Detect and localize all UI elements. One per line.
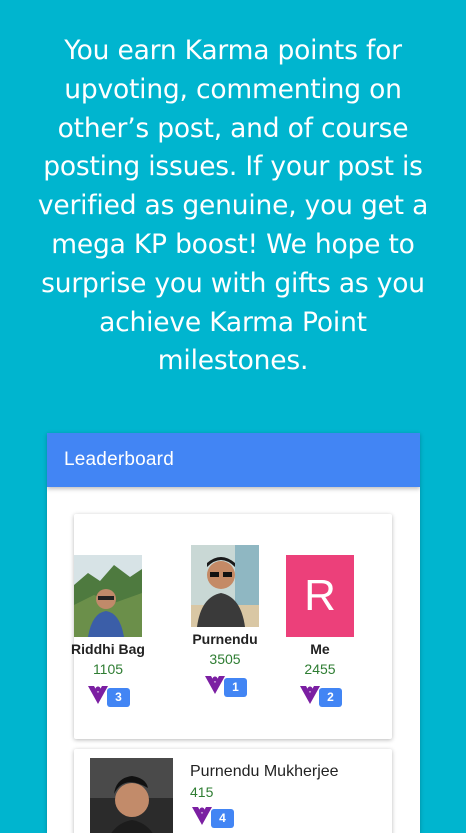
leaderboard-list-item[interactable]: Purnendu Mukherjee 415 4	[74, 749, 392, 833]
rank-badge: 2	[319, 688, 342, 707]
rank-badge: 1	[224, 678, 247, 697]
karma-intro-text: You earn Karma points for upvoting, comm…	[37, 35, 429, 377]
user-photo-riddhi	[74, 555, 142, 637]
podium-name: Purnendu	[192, 631, 258, 647]
rank-badge: 3	[107, 688, 130, 707]
leaderboard-header: Leaderboard	[47, 433, 420, 487]
podium-name: Riddhi Bag	[71, 641, 145, 657]
podium-badges: 3	[58, 682, 158, 707]
podium-rank-2[interactable]: R Me 2455 2	[270, 555, 370, 707]
podium-name: Me	[310, 641, 330, 657]
podium-score: 2455	[304, 661, 336, 677]
leaderboard-title: Leaderboard	[64, 449, 174, 470]
avatar-initial: R	[286, 555, 354, 637]
rank-badge: 4	[211, 809, 234, 828]
list-score: 415	[190, 784, 214, 800]
podium-badges: 2	[270, 682, 370, 707]
leaderboard-panel: Leaderboard Riddhi Bag 1105 3 Purnendu 3…	[47, 433, 420, 833]
list-badges: 4	[190, 803, 234, 828]
list-name: Purnendu Mukherjee	[190, 763, 339, 780]
podium-rank-1[interactable]: Purnendu 3505 1	[175, 545, 275, 697]
user-photo-purnendu-mukherjee	[90, 758, 173, 833]
podium-score: 1105	[92, 661, 124, 677]
user-photo-purnendu	[191, 545, 259, 627]
podium-badges: 1	[175, 672, 275, 697]
podium-score: 3505	[209, 651, 241, 667]
podium-rank-3[interactable]: Riddhi Bag 1105 3	[58, 555, 158, 707]
podium-card: Riddhi Bag 1105 3 Purnendu 3505 1 R Me 2…	[71, 514, 392, 739]
